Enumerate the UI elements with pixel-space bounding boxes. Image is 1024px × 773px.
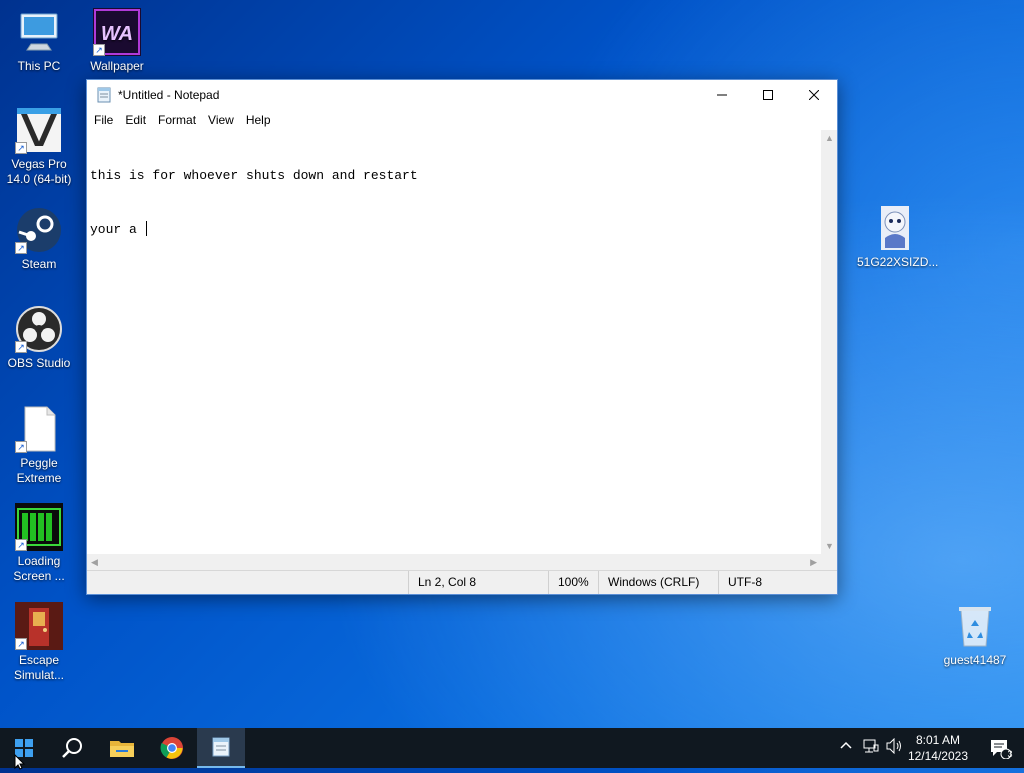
menu-help[interactable]: Help <box>241 113 276 127</box>
desktop-icon-label: Wallpaper <box>90 59 144 73</box>
maximize-icon <box>763 89 773 100</box>
menu-edit[interactable]: Edit <box>120 113 151 127</box>
maximize-button[interactable] <box>745 80 791 109</box>
desktop-icon-label: Escape Simulat... <box>13 653 64 682</box>
title-bar[interactable]: *Untitled - Notepad <box>87 80 837 109</box>
desktop-icon-wallpaper[interactable]: WA ↗ Wallpaper <box>79 8 155 74</box>
notepad-taskbar-button[interactable] <box>197 728 245 768</box>
clock-date: 12/14/2023 <box>907 749 968 763</box>
status-bar: Ln 2, Col 8 100% Windows (CRLF) UTF-8 <box>87 570 837 594</box>
desktop-icon-this-pc[interactable]: This PC <box>1 8 77 74</box>
minimize-icon <box>717 94 727 95</box>
desktop-icon-loading-screen[interactable]: ↗ Loading Screen ... <box>1 503 77 584</box>
desktop-icon-vegas-pro[interactable]: ↗ Vegas Pro 14.0 (64-bit) <box>1 106 77 187</box>
shortcut-arrow-icon: ↗ <box>15 441 27 453</box>
loading-screen-icon: ↗ <box>15 503 63 551</box>
scroll-right-icon[interactable]: ▶ <box>810 557 817 568</box>
shortcut-arrow-icon: ↗ <box>15 341 27 353</box>
notepad-window[interactable]: *Untitled - Notepad File Edit Format Vie… <box>86 79 838 595</box>
escape-simulator-icon: ↗ <box>15 602 63 650</box>
clock-time: 8:01 AM <box>915 733 960 747</box>
minimize-button[interactable] <box>699 80 745 109</box>
menu-bar: File Edit Format View Help <box>87 109 837 130</box>
taskbar: 8:01 AM 12/14/2023 3 <box>0 728 1024 768</box>
horizontal-scrollbar[interactable]: ◀ ▶ <box>87 554 821 571</box>
taskbar-clock[interactable]: 8:01 AM 12/14/2023 <box>908 732 968 764</box>
obs-icon: ↗ <box>15 305 63 353</box>
notepad-icon <box>212 737 230 757</box>
scroll-left-icon[interactable]: ◀ <box>91 557 98 568</box>
text-caret <box>145 221 147 236</box>
desktop-icon-label: Peggle Extreme <box>16 456 62 485</box>
notification-center-button[interactable]: 3 <box>976 728 1024 768</box>
text-editor[interactable]: this is for whoever shuts down and resta… <box>87 130 821 554</box>
window-title: *Untitled - Notepad <box>118 87 220 102</box>
notification-count-badge: 3 <box>1007 749 1013 759</box>
wallpaper-logo-text: WA <box>101 23 133 45</box>
this-pc-icon <box>15 8 63 56</box>
shortcut-arrow-icon: ↗ <box>15 142 27 154</box>
search-icon <box>62 738 82 758</box>
file-explorer-icon <box>110 741 134 757</box>
shortcut-arrow-icon: ↗ <box>15 539 27 551</box>
volume-icon[interactable] <box>886 737 904 757</box>
editor-line: this is for whoever shuts down and resta… <box>90 168 418 183</box>
scroll-down-icon[interactable]: ▼ <box>825 541 834 551</box>
menu-format[interactable]: Format <box>153 113 201 127</box>
status-encoding: UTF-8 <box>718 571 837 594</box>
recycle-bin-icon <box>951 602 999 650</box>
menu-view[interactable]: View <box>203 113 239 127</box>
show-hidden-icons-icon[interactable] <box>840 738 852 754</box>
desktop-icon-label: Vegas Pro 14.0 (64-bit) <box>6 157 72 186</box>
desktop-icon-image-file[interactable]: 51G22XSIZD... <box>857 204 939 270</box>
close-icon <box>809 89 819 100</box>
scroll-up-icon[interactable]: ▲ <box>825 133 834 143</box>
status-line-ending: Windows (CRLF) <box>598 571 718 594</box>
steam-icon: ↗ <box>15 206 63 254</box>
editor-line-text: your a <box>90 222 145 237</box>
image-file-icon <box>871 204 919 252</box>
status-position: Ln 2, Col 8 <box>408 571 548 594</box>
desktop-icon-label: Loading Screen ... <box>13 554 65 583</box>
close-button[interactable] <box>791 80 837 109</box>
shortcut-arrow-icon: ↗ <box>93 44 105 56</box>
desktop-icon-label: 51G22XSIZD... <box>857 255 939 269</box>
vertical-scrollbar[interactable]: ▲ ▼ <box>821 130 837 554</box>
chrome-icon <box>160 737 183 759</box>
desktop-icon-label: This PC <box>17 59 61 73</box>
network-icon[interactable] <box>863 738 879 757</box>
desktop-icon-label: Steam <box>21 257 57 271</box>
shortcut-arrow-icon: ↗ <box>15 242 27 254</box>
mouse-cursor <box>14 753 26 773</box>
desktop-icon-recycle-bin[interactable]: guest41487 <box>937 602 1013 668</box>
desktop-icon-label: guest41487 <box>943 653 1007 667</box>
search-button[interactable] <box>48 728 96 768</box>
editor-line-current: your a <box>90 221 818 239</box>
desktop-icon-steam[interactable]: ↗ Steam <box>1 206 77 272</box>
status-zoom: 100% <box>548 571 598 594</box>
wallpaper-engine-icon: WA ↗ <box>93 8 141 56</box>
chrome-button[interactable] <box>148 728 196 768</box>
desktop-icon-label: OBS Studio <box>7 356 71 370</box>
shortcut-arrow-icon: ↗ <box>15 638 27 650</box>
document-icon: ↗ <box>15 405 63 453</box>
desktop-icon-peggle[interactable]: ↗ Peggle Extreme <box>1 405 77 486</box>
vegas-pro-icon: ↗ <box>15 106 63 154</box>
desktop-icon-escape-simulator[interactable]: ↗ Escape Simulat... <box>1 602 77 683</box>
file-explorer-button[interactable] <box>98 728 146 768</box>
desktop-icon-obs[interactable]: ↗ OBS Studio <box>1 305 77 371</box>
notepad-app-icon <box>96 87 112 103</box>
menu-file[interactable]: File <box>89 113 118 127</box>
scrollbar-corner <box>821 554 837 571</box>
